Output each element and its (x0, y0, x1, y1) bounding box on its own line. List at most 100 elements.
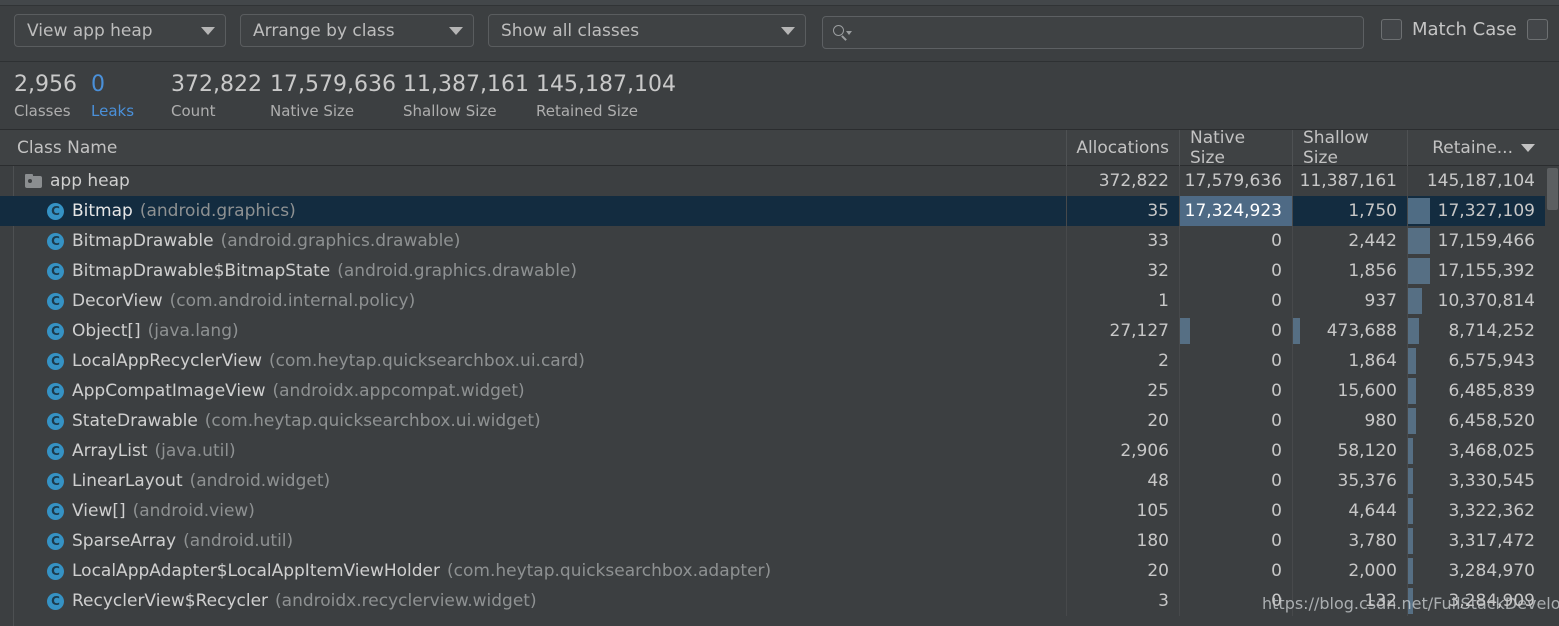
cell-allocations[interactable]: 20 (1066, 406, 1179, 436)
cell-class-name[interactable]: C View[] (android.view) (0, 496, 1066, 526)
table-row[interactable]: C LinearLayout (android.widget) 48 0 35,376 3,… (0, 466, 1545, 496)
cell-class-name[interactable]: C ArrayList (java.util) (0, 436, 1066, 466)
search-input[interactable] (852, 23, 1354, 42)
column-header-shallow-size[interactable]: Shallow Size (1292, 128, 1407, 168)
cell-allocations[interactable]: 20 (1066, 556, 1179, 586)
cell-native[interactable]: 0 (1179, 496, 1292, 526)
cell-retained[interactable]: 17,155,392 (1407, 256, 1545, 286)
cell-class-name[interactable]: C DecorView (com.android.internal.policy) (0, 286, 1066, 316)
cell-retained[interactable]: 3,330,545 (1407, 466, 1545, 496)
cell-native[interactable]: 0 (1179, 436, 1292, 466)
cell-retained[interactable]: 3,468,025 (1407, 436, 1545, 466)
cell-native[interactable]: 0 (1179, 526, 1292, 556)
cell-class-name[interactable]: C RecyclerView$Recycler (androidx.recycler… (0, 586, 1066, 616)
cell-class-name[interactable]: C Bitmap (android.graphics) (0, 196, 1066, 226)
cell-shallow[interactable]: 4,644 (1292, 496, 1407, 526)
checkbox-box[interactable] (1527, 19, 1548, 40)
cell-class-name[interactable]: C BitmapDrawable (android.graphics.drawabl… (0, 226, 1066, 256)
class-filter-select[interactable]: Show all classes (488, 14, 806, 47)
cell-retained[interactable]: 6,458,520 (1407, 406, 1545, 436)
cell-native[interactable]: 0 (1179, 286, 1292, 316)
cell-class-name[interactable]: C SparseArray (android.util) (0, 526, 1066, 556)
cell-allocations[interactable]: 105 (1066, 496, 1179, 526)
cell-native[interactable]: 0 (1179, 316, 1292, 346)
table-row[interactable]: app heap 372,822 17,579,636 11,387,161 145,1… (0, 166, 1545, 196)
search-box[interactable] (822, 16, 1364, 49)
table-row[interactable]: C LocalAppAdapter$LocalAppItemViewHolder (… (0, 556, 1545, 586)
cell-class-name[interactable]: C LocalAppRecyclerView (com.heytap.quickse… (0, 346, 1066, 376)
cell-retained[interactable]: 8,714,252 (1407, 316, 1545, 346)
regex-checkbox[interactable] (1527, 19, 1558, 40)
cell-native[interactable]: 0 (1179, 256, 1292, 286)
cell-retained[interactable]: 145,187,104 (1407, 166, 1545, 196)
cell-class-name[interactable]: C Object[] (java.lang) (0, 316, 1066, 346)
cell-shallow[interactable]: 473,688 (1292, 316, 1407, 346)
cell-allocations[interactable]: 2,906 (1066, 436, 1179, 466)
table-row[interactable]: C ArrayList (java.util) 2,906 0 58,120 3,468,0… (0, 436, 1545, 466)
cell-retained[interactable]: 3,317,472 (1407, 526, 1545, 556)
heap-select[interactable]: View app heap (14, 14, 226, 47)
cell-allocations[interactable]: 32 (1066, 256, 1179, 286)
cell-allocations[interactable]: 372,822 (1066, 166, 1179, 196)
table-row[interactable]: C LocalAppRecyclerView (com.heytap.quickse… (0, 346, 1545, 376)
cell-class-name[interactable]: C LocalAppAdapter$LocalAppItemViewHolder (… (0, 556, 1066, 586)
column-header-retaine[interactable]: Retaine... (1407, 130, 1545, 166)
column-header-class-name[interactable]: Class Name (0, 130, 1066, 166)
cell-retained[interactable]: 17,327,109 (1407, 196, 1545, 226)
cell-retained[interactable]: 6,485,839 (1407, 376, 1545, 406)
cell-class-name[interactable]: C StateDrawable (com.heytap.quicksearchbox… (0, 406, 1066, 436)
cell-allocations[interactable]: 33 (1066, 226, 1179, 256)
cell-shallow[interactable]: 937 (1292, 286, 1407, 316)
cell-shallow[interactable]: 1,864 (1292, 346, 1407, 376)
cell-class-name[interactable]: C AppCompatImageView (androidx.appcompat.w… (0, 376, 1066, 406)
table-row[interactable]: C AppCompatImageView (androidx.appcompat.w… (0, 376, 1545, 406)
cell-allocations[interactable]: 3 (1066, 586, 1179, 616)
cell-native[interactable]: 17,324,923 (1179, 196, 1292, 226)
cell-native[interactable]: 17,579,636 (1179, 166, 1292, 196)
cell-retained[interactable]: 10,370,814 (1407, 286, 1545, 316)
column-header-allocations[interactable]: Allocations (1066, 130, 1179, 166)
table-row[interactable]: C StateDrawable (com.heytap.quicksearchbox… (0, 406, 1545, 436)
cell-native[interactable]: 0 (1179, 346, 1292, 376)
cell-shallow[interactable]: 1,856 (1292, 256, 1407, 286)
cell-allocations[interactable]: 27,127 (1066, 316, 1179, 346)
table-row[interactable]: C SparseArray (android.util) 180 0 3,780 3,317… (0, 526, 1545, 556)
cell-native[interactable]: 0 (1179, 226, 1292, 256)
cell-retained[interactable]: 17,159,466 (1407, 226, 1545, 256)
cell-allocations[interactable]: 1 (1066, 286, 1179, 316)
cell-allocations[interactable]: 35 (1066, 196, 1179, 226)
cell-allocations[interactable]: 48 (1066, 466, 1179, 496)
cell-class-name[interactable]: C LinearLayout (android.widget) (0, 466, 1066, 496)
table-row[interactable]: C BitmapDrawable (android.graphics.drawabl… (0, 226, 1545, 256)
cell-shallow[interactable]: 58,120 (1292, 436, 1407, 466)
cell-retained[interactable]: 3,284,970 (1407, 556, 1545, 586)
cell-shallow[interactable]: 1,750 (1292, 196, 1407, 226)
cell-retained[interactable]: 3,284,909 (1407, 586, 1545, 616)
table-row[interactable]: C RecyclerView$Recycler (androidx.recycler… (0, 586, 1545, 616)
table-body[interactable]: app heap 372,822 17,579,636 11,387,161 145,1… (0, 166, 1559, 626)
checkbox-box[interactable] (1381, 19, 1402, 40)
cell-allocations[interactable]: 2 (1066, 346, 1179, 376)
column-header-native-size[interactable]: Native Size (1179, 128, 1292, 168)
cell-shallow[interactable]: 3,780 (1292, 526, 1407, 556)
match-case-checkbox[interactable]: Match Case (1381, 19, 1517, 40)
cell-retained[interactable]: 3,322,362 (1407, 496, 1545, 526)
table-row[interactable]: C View[] (android.view) 105 0 4,644 3,322,362 (0, 496, 1545, 526)
arrange-select[interactable]: Arrange by class (240, 14, 474, 47)
cell-allocations[interactable]: 25 (1066, 376, 1179, 406)
vertical-scrollbar[interactable] (1545, 166, 1559, 626)
cell-shallow[interactable]: 11,387,161 (1292, 166, 1407, 196)
table-row[interactable]: C Bitmap (android.graphics) 35 17,324,923 1,7… (0, 196, 1545, 226)
cell-class-name[interactable]: C BitmapDrawable$BitmapState (android.grap… (0, 256, 1066, 286)
table-row[interactable]: C DecorView (com.android.internal.policy) 1… (0, 286, 1545, 316)
scrollbar-thumb[interactable] (1547, 168, 1558, 210)
cell-class-name[interactable]: app heap (0, 166, 1066, 196)
cell-shallow[interactable]: 15,600 (1292, 376, 1407, 406)
search-icon[interactable] (832, 23, 852, 43)
cell-native[interactable]: 0 (1179, 376, 1292, 406)
cell-native[interactable]: 0 (1179, 556, 1292, 586)
cell-shallow[interactable]: 2,000 (1292, 556, 1407, 586)
cell-native[interactable]: 0 (1179, 586, 1292, 616)
cell-shallow[interactable]: 980 (1292, 406, 1407, 436)
table-row[interactable]: C Object[] (java.lang) 27,127 0 473,688 8,714,… (0, 316, 1545, 346)
